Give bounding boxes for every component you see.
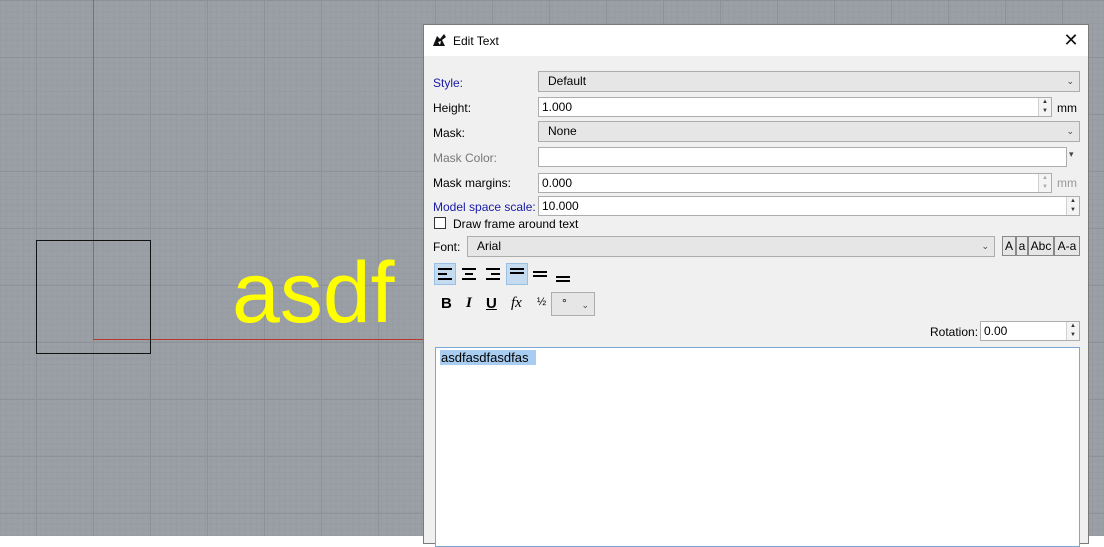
style-value: Default	[548, 74, 587, 88]
font-dropdown[interactable]: Arial ⌄	[467, 236, 995, 257]
mask-margins-value: 0.000	[542, 176, 573, 190]
chevron-down-icon: ⌄	[1066, 126, 1074, 136]
mask-dropdown[interactable]: None ⌄	[538, 121, 1080, 142]
mask-margins-spinner[interactable]: ▲ ▼	[1038, 174, 1051, 192]
edit-text-dialog: Edit Text ✕ Style: Default ⌄ Height: 1.0…	[423, 24, 1089, 547]
chevron-down-icon: ⌄	[581, 300, 589, 310]
model-space-scale-label[interactable]: Model space scale:	[433, 200, 536, 214]
close-icon[interactable]: ✕	[1060, 29, 1082, 51]
bold-button[interactable]: B	[441, 295, 452, 312]
chevron-down-icon: ⌄	[1066, 76, 1074, 86]
title-bar[interactable]: Edit Text ✕	[424, 25, 1088, 56]
text-editor[interactable]: asdfasdfasdfas	[435, 347, 1080, 547]
mask-value: None	[548, 124, 577, 138]
height-input[interactable]: 1.000 ▲ ▼	[538, 97, 1052, 117]
fraction-button[interactable]: ½	[537, 296, 546, 308]
style-dropdown[interactable]: Default ⌄	[538, 71, 1080, 92]
draw-frame-label[interactable]: Draw frame around text	[453, 217, 578, 231]
selected-text[interactable]: asdfasdfasdfas	[440, 350, 537, 365]
chevron-down-icon[interactable]: ▾	[1069, 149, 1074, 160]
chevron-down-icon: ⌄	[981, 241, 989, 251]
draw-frame-checkbox[interactable]	[434, 217, 446, 229]
mask-label: Mask:	[433, 126, 466, 140]
align-right-icon[interactable]	[482, 263, 504, 285]
rotation-spinner[interactable]: ▲ ▼	[1066, 322, 1079, 340]
height-spinner[interactable]: ▲ ▼	[1038, 98, 1051, 116]
dialog-title: Edit Text	[453, 34, 499, 48]
italic-button[interactable]: I	[466, 295, 472, 312]
titlecase-button[interactable]: Abc	[1028, 236, 1054, 256]
align-top-icon[interactable]	[506, 263, 528, 285]
underline-button[interactable]: U	[486, 295, 497, 312]
mask-color-swatch[interactable]	[538, 147, 1067, 167]
rhino-app-icon	[432, 33, 447, 48]
mask-margins-input[interactable]: 0.000 ▲ ▼	[538, 173, 1052, 193]
model-space-scale-value: 10.000	[542, 199, 579, 213]
rotation-label: Rotation:	[930, 325, 979, 339]
align-middle-icon[interactable]	[529, 263, 551, 285]
text-object[interactable]: asdf	[232, 250, 432, 336]
align-center-icon[interactable]	[458, 263, 480, 285]
mask-color-label: Mask Color:	[433, 151, 498, 165]
height-value: 1.000	[542, 100, 573, 114]
align-bottom-icon[interactable]	[552, 265, 574, 287]
function-button[interactable]: fx	[511, 295, 522, 312]
font-value: Arial	[477, 239, 502, 253]
rotation-value: 0.00	[984, 324, 1008, 338]
sentencecase-button[interactable]: A-a	[1054, 236, 1080, 256]
height-unit: mm	[1057, 101, 1077, 115]
model-space-scale-input[interactable]: 10.000 ▲ ▼	[538, 196, 1080, 216]
lowercase-button[interactable]: a	[1016, 236, 1028, 256]
rectangle-object[interactable]	[36, 240, 151, 354]
model-space-scale-spinner[interactable]: ▲ ▼	[1066, 197, 1079, 215]
symbol-dropdown[interactable]: ° ⌄	[551, 292, 595, 316]
mask-margins-label: Mask margins:	[433, 176, 512, 190]
symbol-value: °	[562, 296, 567, 310]
uppercase-button[interactable]: A	[1002, 236, 1016, 256]
style-label[interactable]: Style:	[433, 76, 463, 90]
font-label: Font:	[433, 240, 461, 254]
align-left-icon[interactable]	[434, 263, 456, 285]
rotation-input[interactable]: 0.00 ▲ ▼	[980, 321, 1080, 341]
mask-margins-unit: mm	[1057, 176, 1077, 190]
height-label: Height:	[433, 101, 472, 115]
